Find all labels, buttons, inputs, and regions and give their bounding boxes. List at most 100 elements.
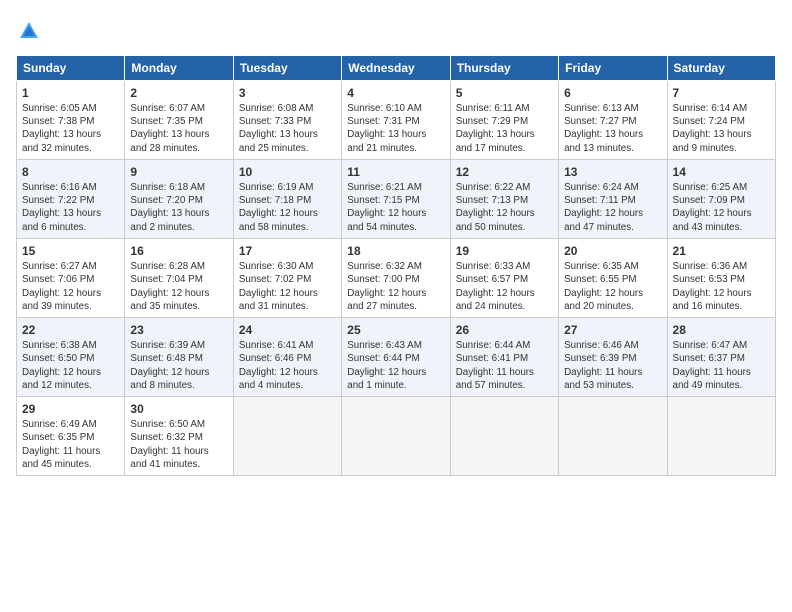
day-number: 22 (22, 322, 119, 338)
calendar-week-3: 15Sunrise: 6:27 AM Sunset: 7:06 PM Dayli… (17, 238, 776, 317)
calendar-table: SundayMondayTuesdayWednesdayThursdayFrid… (16, 55, 776, 476)
day-number: 16 (130, 243, 227, 259)
day-number: 8 (22, 164, 119, 180)
calendar-cell: 4Sunrise: 6:10 AM Sunset: 7:31 PM Daylig… (342, 80, 450, 159)
day-number: 5 (456, 85, 553, 101)
day-number: 30 (130, 401, 227, 417)
calendar-cell (450, 397, 558, 476)
calendar-cell: 28Sunrise: 6:47 AM Sunset: 6:37 PM Dayli… (667, 317, 775, 396)
day-info: Sunrise: 6:18 AM Sunset: 7:20 PM Dayligh… (130, 181, 227, 234)
day-number: 28 (673, 322, 770, 338)
calendar-cell (667, 397, 775, 476)
day-info: Sunrise: 6:32 AM Sunset: 7:00 PM Dayligh… (347, 260, 444, 313)
day-number: 6 (564, 85, 661, 101)
calendar-cell: 27Sunrise: 6:46 AM Sunset: 6:39 PM Dayli… (559, 317, 667, 396)
calendar-cell: 7Sunrise: 6:14 AM Sunset: 7:24 PM Daylig… (667, 80, 775, 159)
calendar-body: 1Sunrise: 6:05 AM Sunset: 7:38 PM Daylig… (17, 80, 776, 475)
day-info: Sunrise: 6:30 AM Sunset: 7:02 PM Dayligh… (239, 260, 336, 313)
dow-header-wednesday: Wednesday (342, 55, 450, 80)
day-number: 14 (673, 164, 770, 180)
day-number: 25 (347, 322, 444, 338)
calendar-cell: 23Sunrise: 6:39 AM Sunset: 6:48 PM Dayli… (125, 317, 233, 396)
calendar-cell: 3Sunrise: 6:08 AM Sunset: 7:33 PM Daylig… (233, 80, 341, 159)
day-info: Sunrise: 6:50 AM Sunset: 6:32 PM Dayligh… (130, 418, 227, 471)
logo (16, 20, 40, 47)
day-number: 20 (564, 243, 661, 259)
calendar-cell: 9Sunrise: 6:18 AM Sunset: 7:20 PM Daylig… (125, 159, 233, 238)
header (16, 16, 776, 47)
day-number: 3 (239, 85, 336, 101)
calendar-cell: 24Sunrise: 6:41 AM Sunset: 6:46 PM Dayli… (233, 317, 341, 396)
calendar-cell: 15Sunrise: 6:27 AM Sunset: 7:06 PM Dayli… (17, 238, 125, 317)
day-info: Sunrise: 6:11 AM Sunset: 7:29 PM Dayligh… (456, 102, 553, 155)
calendar-cell (233, 397, 341, 476)
day-info: Sunrise: 6:24 AM Sunset: 7:11 PM Dayligh… (564, 181, 661, 234)
calendar-cell: 12Sunrise: 6:22 AM Sunset: 7:13 PM Dayli… (450, 159, 558, 238)
days-of-week-row: SundayMondayTuesdayWednesdayThursdayFrid… (17, 55, 776, 80)
dow-header-tuesday: Tuesday (233, 55, 341, 80)
calendar-cell: 20Sunrise: 6:35 AM Sunset: 6:55 PM Dayli… (559, 238, 667, 317)
day-number: 11 (347, 164, 444, 180)
day-info: Sunrise: 6:36 AM Sunset: 6:53 PM Dayligh… (673, 260, 770, 313)
calendar-cell: 2Sunrise: 6:07 AM Sunset: 7:35 PM Daylig… (125, 80, 233, 159)
calendar-cell: 26Sunrise: 6:44 AM Sunset: 6:41 PM Dayli… (450, 317, 558, 396)
dow-header-thursday: Thursday (450, 55, 558, 80)
calendar-cell: 25Sunrise: 6:43 AM Sunset: 6:44 PM Dayli… (342, 317, 450, 396)
calendar-week-4: 22Sunrise: 6:38 AM Sunset: 6:50 PM Dayli… (17, 317, 776, 396)
day-info: Sunrise: 6:41 AM Sunset: 6:46 PM Dayligh… (239, 339, 336, 392)
day-info: Sunrise: 6:35 AM Sunset: 6:55 PM Dayligh… (564, 260, 661, 313)
day-info: Sunrise: 6:49 AM Sunset: 6:35 PM Dayligh… (22, 418, 119, 471)
day-number: 18 (347, 243, 444, 259)
calendar-cell: 6Sunrise: 6:13 AM Sunset: 7:27 PM Daylig… (559, 80, 667, 159)
calendar-week-5: 29Sunrise: 6:49 AM Sunset: 6:35 PM Dayli… (17, 397, 776, 476)
day-number: 21 (673, 243, 770, 259)
day-number: 17 (239, 243, 336, 259)
day-number: 24 (239, 322, 336, 338)
day-info: Sunrise: 6:44 AM Sunset: 6:41 PM Dayligh… (456, 339, 553, 392)
day-info: Sunrise: 6:39 AM Sunset: 6:48 PM Dayligh… (130, 339, 227, 392)
day-number: 7 (673, 85, 770, 101)
day-info: Sunrise: 6:25 AM Sunset: 7:09 PM Dayligh… (673, 181, 770, 234)
day-info: Sunrise: 6:08 AM Sunset: 7:33 PM Dayligh… (239, 102, 336, 155)
day-info: Sunrise: 6:28 AM Sunset: 7:04 PM Dayligh… (130, 260, 227, 313)
day-info: Sunrise: 6:27 AM Sunset: 7:06 PM Dayligh… (22, 260, 119, 313)
day-info: Sunrise: 6:46 AM Sunset: 6:39 PM Dayligh… (564, 339, 661, 392)
day-info: Sunrise: 6:07 AM Sunset: 7:35 PM Dayligh… (130, 102, 227, 155)
logo-icon (18, 20, 40, 42)
day-info: Sunrise: 6:22 AM Sunset: 7:13 PM Dayligh… (456, 181, 553, 234)
day-info: Sunrise: 6:14 AM Sunset: 7:24 PM Dayligh… (673, 102, 770, 155)
calendar-cell: 5Sunrise: 6:11 AM Sunset: 7:29 PM Daylig… (450, 80, 558, 159)
day-info: Sunrise: 6:47 AM Sunset: 6:37 PM Dayligh… (673, 339, 770, 392)
calendar-cell: 13Sunrise: 6:24 AM Sunset: 7:11 PM Dayli… (559, 159, 667, 238)
day-number: 19 (456, 243, 553, 259)
calendar-cell: 8Sunrise: 6:16 AM Sunset: 7:22 PM Daylig… (17, 159, 125, 238)
day-number: 13 (564, 164, 661, 180)
day-number: 29 (22, 401, 119, 417)
calendar-cell: 11Sunrise: 6:21 AM Sunset: 7:15 PM Dayli… (342, 159, 450, 238)
calendar-cell: 19Sunrise: 6:33 AM Sunset: 6:57 PM Dayli… (450, 238, 558, 317)
calendar-cell: 1Sunrise: 6:05 AM Sunset: 7:38 PM Daylig… (17, 80, 125, 159)
dow-header-sunday: Sunday (17, 55, 125, 80)
calendar-cell (342, 397, 450, 476)
day-number: 9 (130, 164, 227, 180)
day-info: Sunrise: 6:19 AM Sunset: 7:18 PM Dayligh… (239, 181, 336, 234)
day-info: Sunrise: 6:05 AM Sunset: 7:38 PM Dayligh… (22, 102, 119, 155)
day-number: 10 (239, 164, 336, 180)
dow-header-monday: Monday (125, 55, 233, 80)
day-info: Sunrise: 6:10 AM Sunset: 7:31 PM Dayligh… (347, 102, 444, 155)
day-info: Sunrise: 6:21 AM Sunset: 7:15 PM Dayligh… (347, 181, 444, 234)
day-info: Sunrise: 6:13 AM Sunset: 7:27 PM Dayligh… (564, 102, 661, 155)
day-number: 4 (347, 85, 444, 101)
day-number: 26 (456, 322, 553, 338)
calendar-cell: 10Sunrise: 6:19 AM Sunset: 7:18 PM Dayli… (233, 159, 341, 238)
day-info: Sunrise: 6:33 AM Sunset: 6:57 PM Dayligh… (456, 260, 553, 313)
calendar-cell: 30Sunrise: 6:50 AM Sunset: 6:32 PM Dayli… (125, 397, 233, 476)
calendar-cell (559, 397, 667, 476)
calendar-cell: 29Sunrise: 6:49 AM Sunset: 6:35 PM Dayli… (17, 397, 125, 476)
day-number: 2 (130, 85, 227, 101)
day-number: 15 (22, 243, 119, 259)
day-number: 1 (22, 85, 119, 101)
day-number: 12 (456, 164, 553, 180)
day-number: 27 (564, 322, 661, 338)
dow-header-saturday: Saturday (667, 55, 775, 80)
